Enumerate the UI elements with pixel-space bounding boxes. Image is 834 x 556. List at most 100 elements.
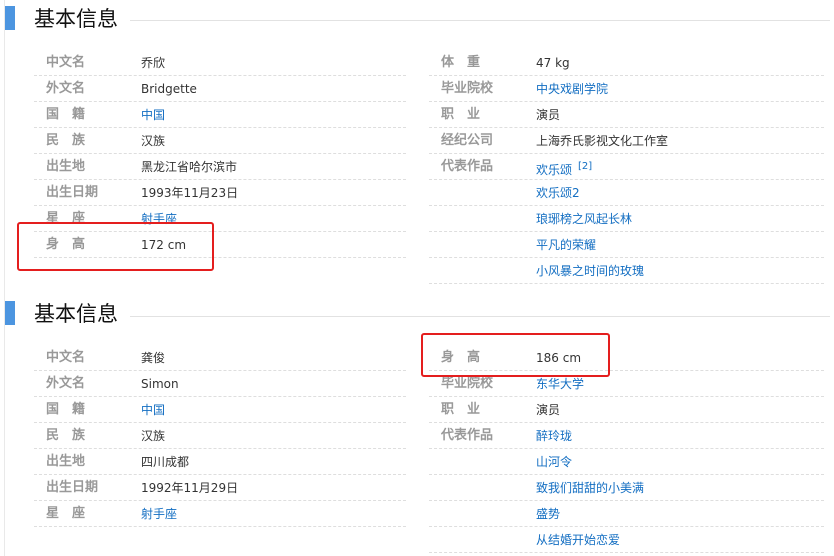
- info-label: 国籍: [46, 102, 85, 128]
- reference-footnote-link[interactable]: [2]: [578, 161, 592, 172]
- info-value: 四川成都: [141, 449, 189, 475]
- info-value-text: 汉族: [141, 429, 166, 443]
- info-value-link[interactable]: 中央戏剧学院: [536, 76, 608, 102]
- info-value-text: 172 cm: [141, 238, 187, 252]
- info-label-part: 外文名: [46, 376, 86, 391]
- section-title-rule: [130, 20, 830, 21]
- info-value-text[interactable]: 欢乐颂2: [536, 186, 580, 200]
- info-label: 代表作品: [441, 154, 493, 180]
- info-value-text: 1993年11月23日: [141, 186, 239, 200]
- info-label-part: 高: [467, 350, 481, 365]
- info-row: 国籍 中国: [34, 102, 406, 128]
- info-value-text[interactable]: 射手座: [141, 212, 177, 226]
- info-value-text[interactable]: 中央戏剧学院: [536, 82, 608, 96]
- info-value-text[interactable]: 射手座: [141, 507, 177, 521]
- info-value: 汉族: [141, 423, 165, 449]
- info-value-text: 黑龙江省哈尔滨市: [141, 160, 238, 174]
- info-row: 职业 演员: [429, 102, 824, 128]
- info-row: 出生地 黑龙江省哈尔滨市: [34, 154, 406, 180]
- info-value-link[interactable]: 东华大学: [536, 371, 584, 397]
- info-label-part: 国: [46, 402, 60, 417]
- info-label: 代表作品: [441, 423, 493, 449]
- info-value-text[interactable]: 醉玲珑: [536, 429, 572, 443]
- info-row: 出生日期 1993年11月23日: [34, 180, 406, 206]
- info-row: 民族 汉族: [34, 128, 406, 154]
- info-value-text[interactable]: 欢乐颂: [536, 163, 572, 177]
- info-value-link[interactable]: 欢乐颂 [2]: [536, 154, 592, 183]
- info-row: 外文名 Bridgette: [34, 76, 406, 102]
- info-label-part: 身: [46, 237, 60, 252]
- info-value-link[interactable]: 中国: [141, 102, 165, 128]
- info-value-link[interactable]: 致我们甜甜的小美满: [536, 475, 644, 501]
- info-value: 汉族: [141, 128, 165, 154]
- info-label-part: 籍: [72, 402, 86, 417]
- info-label: 外文名: [46, 371, 85, 397]
- info-value-text[interactable]: 中国: [141, 108, 165, 122]
- info-row: 代表作品 欢乐颂 [2]: [429, 154, 824, 180]
- info-row: 盛势: [429, 501, 824, 527]
- info-row: 中文名 乔欣: [34, 50, 406, 76]
- info-value-link[interactable]: 中国: [141, 397, 165, 423]
- info-row: 山河令: [429, 449, 824, 475]
- section-title: 基本信息: [34, 302, 118, 326]
- info-label-part: 业: [467, 107, 481, 122]
- info-value-link[interactable]: 盛势: [536, 501, 560, 527]
- info-row: 代表作品 醉玲珑: [429, 423, 824, 449]
- info-label-part: 出生地: [46, 159, 86, 174]
- info-value-text[interactable]: 平凡的荣耀: [536, 238, 596, 252]
- info-value-text: 乔欣: [141, 56, 166, 70]
- info-label: 民族: [46, 423, 85, 449]
- info-label: 星座: [46, 206, 85, 232]
- section-accent-bar: [5, 6, 15, 30]
- info-value-link[interactable]: 平凡的荣耀: [536, 232, 596, 258]
- info-value-text[interactable]: 山河令: [536, 455, 572, 469]
- info-value: 186 cm: [536, 345, 581, 371]
- section-title-rule: [130, 316, 830, 317]
- info-row: 从结婚开始恋爱: [429, 527, 824, 553]
- info-value-text: Bridgette: [141, 82, 197, 96]
- info-label-part: 出生地: [46, 454, 86, 469]
- info-value: 上海乔氏影视文化工作室: [536, 128, 668, 154]
- info-value-link[interactable]: 欢乐颂2: [536, 180, 580, 206]
- info-value-link[interactable]: 射手座: [141, 501, 177, 527]
- info-value-text: 汉族: [141, 134, 166, 148]
- info-value-text[interactable]: 琅琊榜之风起长林: [536, 212, 632, 226]
- info-label: 体重: [441, 50, 480, 76]
- baike-info-page: 基本信息 中文名 乔欣 外文名 Bridgette 国籍中国民族汉族 出生地 黑龙江省哈尔滨…: [0, 0, 834, 556]
- info-row: 毕业院校 中央戏剧学院: [429, 76, 824, 102]
- info-value-link[interactable]: 从结婚开始恋爱: [536, 527, 620, 553]
- info-value: Simon: [141, 371, 179, 397]
- info-value-link[interactable]: 山河令: [536, 449, 572, 475]
- info-column-right: 体重 47 kg 毕业院校 中央戏剧学院职业 演员 经纪公司 上海乔氏影视文化工作室 代表作品…: [429, 50, 824, 284]
- info-value-text[interactable]: 致我们甜甜的小美满: [536, 481, 644, 495]
- info-value-link[interactable]: 射手座: [141, 206, 177, 232]
- info-value-link[interactable]: 小风暴之时间的玫瑰: [536, 258, 644, 284]
- info-row: 星座 射手座: [34, 501, 406, 527]
- info-value-text[interactable]: 东华大学: [536, 377, 584, 391]
- info-label: 毕业院校: [441, 76, 493, 102]
- info-row: 中文名 龚俊: [34, 345, 406, 371]
- info-value-text[interactable]: 中国: [141, 403, 165, 417]
- info-value-text[interactable]: 盛势: [536, 507, 560, 521]
- info-label-part: 中文名: [46, 55, 86, 70]
- info-value: 乔欣: [141, 50, 165, 76]
- info-row: 星座 射手座: [34, 206, 406, 232]
- info-value: 演员: [536, 102, 560, 128]
- info-value-text[interactable]: 小风暴之时间的玫瑰: [536, 264, 644, 278]
- info-value-link[interactable]: 醉玲珑: [536, 423, 572, 449]
- info-label-part: 代表作品: [441, 428, 494, 443]
- info-value-text: Simon: [141, 377, 179, 391]
- info-row: 体重 47 kg: [429, 50, 824, 76]
- info-row: 经纪公司 上海乔氏影视文化工作室: [429, 128, 824, 154]
- info-value: 黑龙江省哈尔滨市: [141, 154, 237, 180]
- info-label-part: 外文名: [46, 81, 86, 96]
- info-row: 平凡的荣耀: [429, 232, 824, 258]
- info-value-text[interactable]: 从结婚开始恋爱: [536, 533, 620, 547]
- info-row: 欢乐颂2: [429, 180, 824, 206]
- info-value-link[interactable]: 琅琊榜之风起长林: [536, 206, 632, 232]
- section-header: 基本信息: [0, 295, 834, 335]
- section-accent-bar: [5, 301, 15, 325]
- info-label: 星座: [46, 501, 85, 527]
- info-label-part: 业: [467, 402, 481, 417]
- info-column-left: 中文名 龚俊 外文名 Simon 国籍 中国民族 汉族 出生地 四川成都 出生日期 1992年11月…: [34, 345, 406, 527]
